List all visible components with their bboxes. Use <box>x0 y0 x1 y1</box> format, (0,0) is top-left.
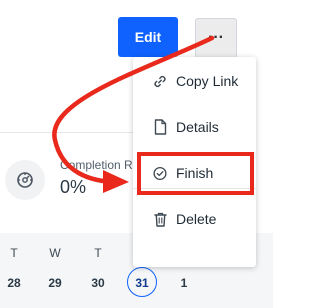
more-options-button[interactable]: ··· <box>195 18 237 58</box>
calendar-weekday: W <box>49 246 61 260</box>
completion-rate-label: Completion R <box>60 158 133 172</box>
calendar-date[interactable]: 30 <box>83 276 113 290</box>
calendar-weekday: T <box>94 246 102 260</box>
more-options-icon: ··· <box>208 29 224 46</box>
calendar-date-selected[interactable]: 31 <box>127 276 157 290</box>
gauge-icon <box>5 160 45 200</box>
calendar-date[interactable]: 28 <box>0 276 29 290</box>
finish-highlight-box <box>137 152 254 195</box>
edit-button[interactable]: Edit <box>118 17 178 57</box>
menu-item-label: Delete <box>176 211 217 227</box>
menu-item-details[interactable]: Details <box>133 112 256 142</box>
menu-item-delete[interactable]: Delete <box>133 204 256 234</box>
link-icon <box>153 73 167 89</box>
menu-item-label: Copy Link <box>176 73 239 89</box>
calendar-date[interactable]: 1 <box>169 276 199 290</box>
task-view: Edit ··· Completion R 0% T W T F S 28 29… <box>0 0 273 308</box>
menu-item-copy-link[interactable]: Copy Link <box>133 66 256 96</box>
completion-rate-value: 0% <box>60 177 87 197</box>
menu-item-label: Details <box>176 119 219 135</box>
calendar-weekday: T <box>10 246 18 260</box>
document-icon <box>153 119 167 135</box>
trash-icon <box>153 211 167 227</box>
section-divider <box>0 132 150 133</box>
calendar-date[interactable]: 29 <box>40 276 70 290</box>
